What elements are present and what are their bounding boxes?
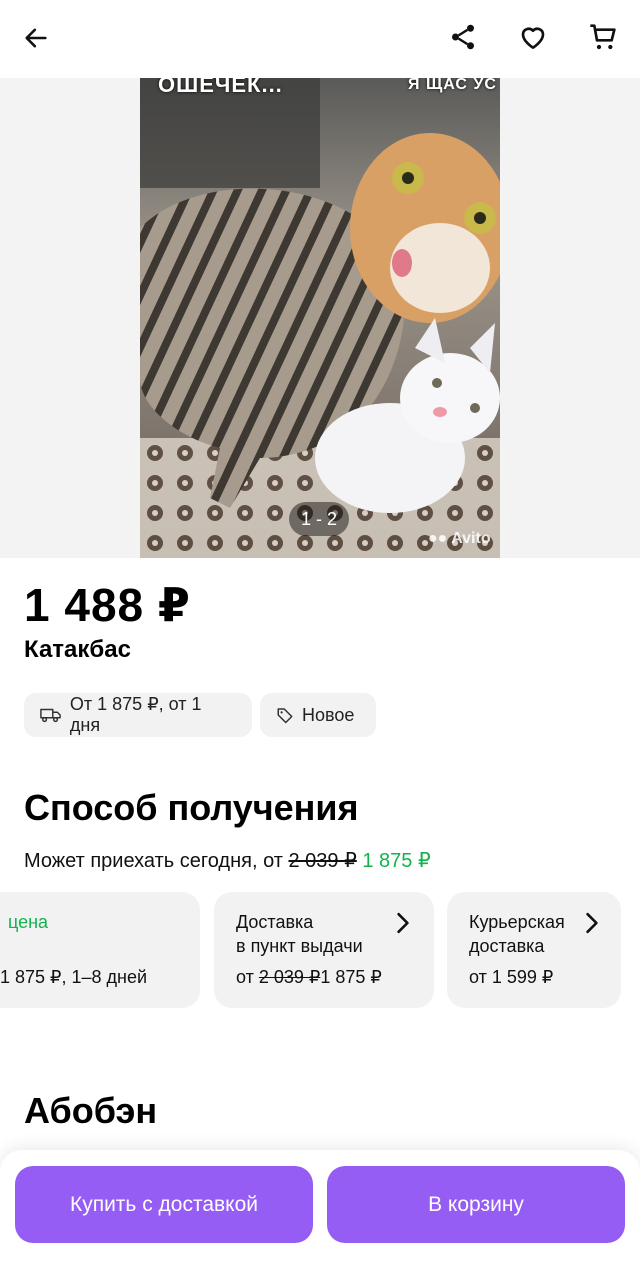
delivery-card-price: 1 875 ₽, 1–8 дней [0,967,148,987]
product-photo[interactable]: ОШЕЧЕК... Я ЩАС УС [140,78,500,558]
delivery-card-pickup[interactable]: Доставка в пункт выдачи от 2 039 ₽1 875 … [214,892,434,1008]
photo-gallery[interactable]: ОШЕЧЕК... Я ЩАС УС 1 - 2 ●● Avito [0,78,640,558]
cart-button[interactable] [582,16,624,58]
condition-chip-label: Новое [302,704,355,725]
photo-overlay-text-right: Я ЩАС УС [408,78,497,93]
receive-new-price: 1 875 ₽ [362,850,431,872]
cats-photo-illustration [140,78,500,558]
delivery-card-title-line2: в пункт выдачи [236,936,363,956]
photo-overlay-text-left: ОШЕЧЕК... [158,78,283,97]
delivery-card-title-line1: Курьерская [469,912,565,932]
delivery-card-title-line2: доставка [469,936,545,956]
product-title: Катакбас [24,636,131,663]
delivery-card-price: от 1 599 ₽ [469,967,554,987]
delivery-card-title: цена [8,912,49,932]
receive-old-price: 2 039 ₽ [288,850,357,872]
product-price: 1 488 ₽ [24,579,191,631]
favorite-button[interactable] [512,16,554,58]
chevron-right-icon [586,912,598,934]
delivery-card-courier[interactable]: Курьерская доставка от 1 599 ₽ [447,892,621,1008]
cart-icon [590,24,616,50]
delivery-card-price: от 2 039 ₽1 875 ₽ [236,967,382,987]
condition-chip[interactable]: Новое [260,693,376,737]
photo-counter: 1 - 2 [289,502,349,536]
receive-subtitle: Может приехать сегодня, от 2 039 ₽ 1 875… [24,848,431,873]
tag-icon [277,708,293,724]
arrow-left-icon [25,28,47,48]
heart-icon [521,27,545,49]
truck-icon [40,708,61,723]
share-button[interactable] [442,16,484,58]
delivery-card-title-line1: Доставка [236,912,314,932]
avito-watermark: ●● Avito [428,530,491,547]
chevron-right-icon [397,912,409,934]
buy-with-delivery-button[interactable]: Купить с доставкой [15,1166,313,1243]
top-bar [0,0,640,78]
share-icon [452,24,474,50]
section-heading: Абобэн [24,1090,158,1131]
watermark-logo-icon: ●● [428,530,448,547]
delivery-chip[interactable]: От 1 875 ₽, от 1 дня [24,693,252,737]
delivery-card-best-price[interactable]: цена 1 875 ₽, 1–8 дней [0,892,200,1008]
back-button[interactable] [16,18,56,58]
receive-subtitle-prefix: Может приехать сегодня, от [24,850,283,872]
add-to-cart-button[interactable]: В корзину [327,1166,625,1243]
delivery-chip-label: От 1 875 ₽, от 1 дня [69,694,202,735]
receive-method-heading: Способ получения [24,787,359,828]
